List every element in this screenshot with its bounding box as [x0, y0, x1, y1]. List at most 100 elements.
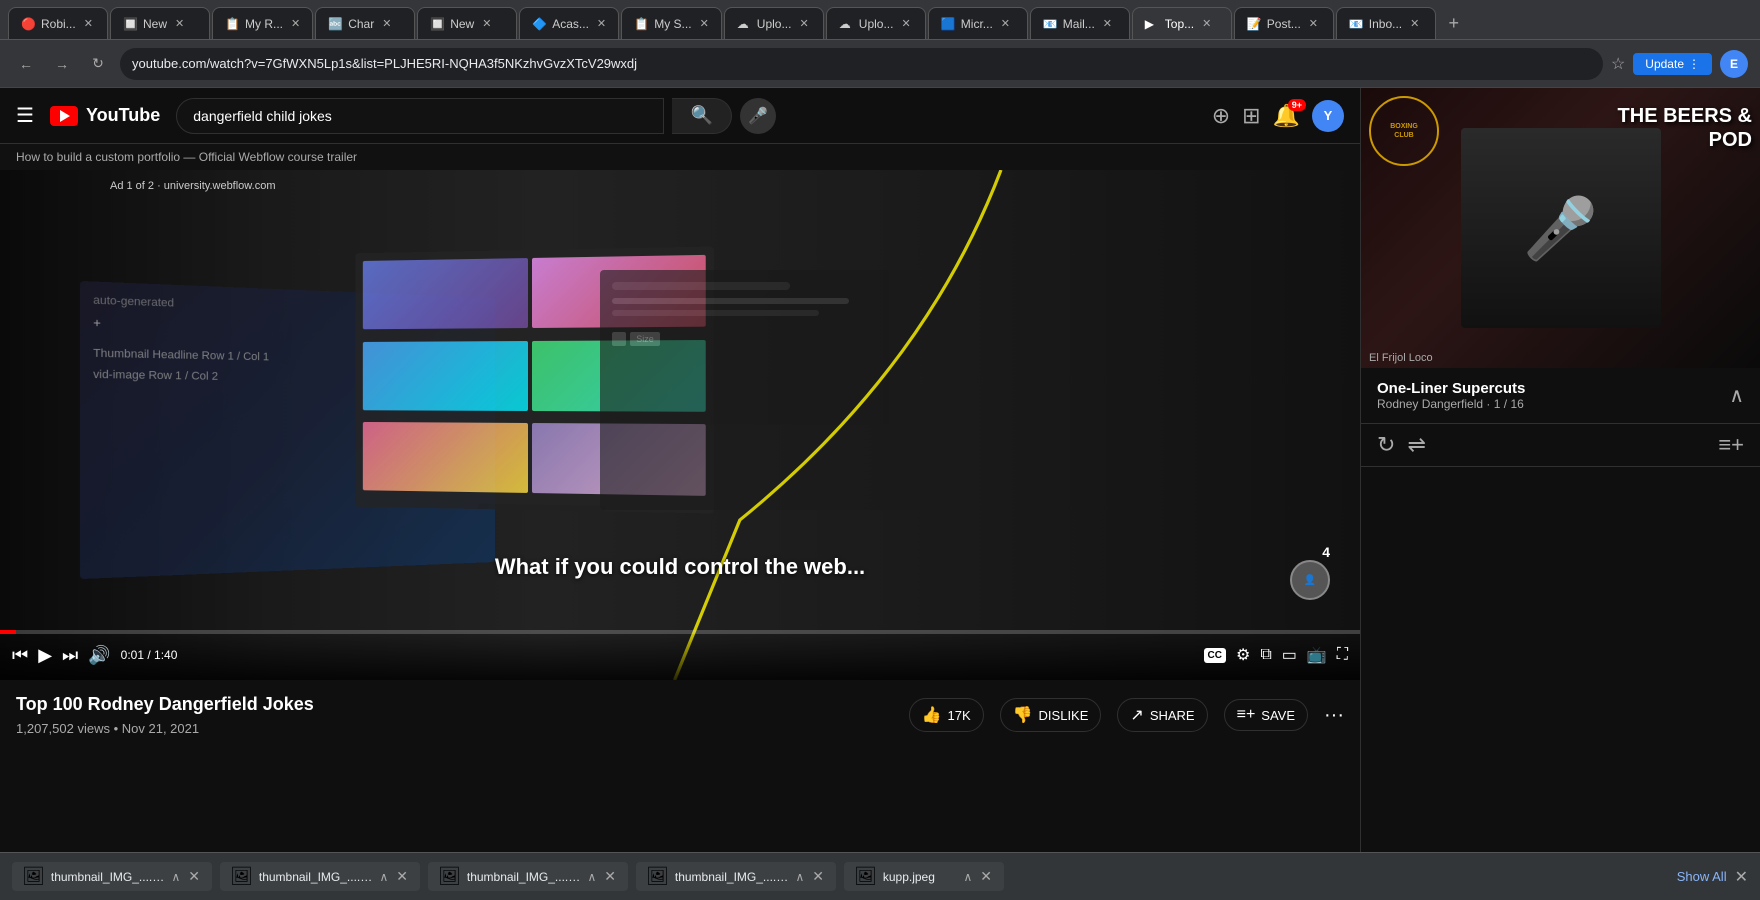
tab-close[interactable]: ✕ [291, 17, 300, 30]
tab-new1[interactable]: 🔲 New ✕ [110, 7, 210, 39]
download-close-button[interactable]: ✕ [602, 866, 618, 887]
previous-button[interactable]: ⏮ [12, 645, 28, 666]
tab-top-active[interactable]: ▶ Top... ✕ [1132, 7, 1232, 39]
tab-micr[interactable]: 🟦 Micr... ✕ [928, 7, 1028, 39]
secondary-channel-name: El Frijol Loco [1369, 352, 1433, 364]
share-label: SHARE [1150, 708, 1195, 723]
download-close-button[interactable]: ✕ [394, 866, 410, 887]
share-button[interactable]: ↗ SHARE [1117, 698, 1207, 732]
youtube-logo[interactable]: YouTube [50, 105, 160, 126]
download-close-button[interactable]: ✕ [810, 866, 826, 887]
tab-close[interactable]: ✕ [700, 17, 709, 30]
download-chevron-icon[interactable]: ∧ [963, 870, 972, 884]
tab-close[interactable]: ✕ [1001, 17, 1010, 30]
voice-search-button[interactable]: 🎤 [740, 98, 776, 134]
cast-button[interactable]: 📺 [1307, 645, 1327, 665]
tab-label: Inbo... [1369, 17, 1402, 31]
settings-button[interactable]: ⚙ [1236, 645, 1250, 665]
tab-close[interactable]: ✕ [482, 17, 491, 30]
download-close-button[interactable]: ✕ [186, 866, 202, 887]
downloads-bar-close-button[interactable]: ✕ [1735, 867, 1748, 887]
time-current: 0:01 [121, 648, 144, 662]
user-avatar[interactable]: Y [1312, 100, 1344, 132]
forward-button[interactable]: → [48, 50, 76, 78]
tab-close[interactable]: ✕ [1309, 17, 1318, 30]
youtube-play-icon [60, 110, 70, 122]
url-bar[interactable]: youtube.com/watch?v=7GfWXN5Lp1s&list=PLJ… [120, 48, 1603, 80]
download-item-3[interactable]: 🖼 thumbnail_IMG_....jpeg ∧ ✕ [428, 862, 628, 891]
tab-close[interactable]: ✕ [175, 17, 184, 30]
tab-close[interactable]: ✕ [84, 17, 93, 30]
tab-favicon: 🔲 [430, 17, 444, 31]
tab-acas[interactable]: 🔷 Acas... ✕ [519, 7, 619, 39]
video-subtitle: What if you could control the web... [495, 554, 865, 580]
tab-label: Robi... [41, 17, 76, 31]
download-item-5[interactable]: 🖼 kupp.jpeg ∧ ✕ [844, 862, 1004, 891]
fullscreen-button[interactable]: ⛶ [1337, 646, 1348, 664]
new-tab-button[interactable]: + [1438, 7, 1470, 39]
tab-label: Top... [1165, 17, 1194, 31]
like-button[interactable]: 👍 17K [909, 698, 984, 732]
menu-icon[interactable]: ☰ [16, 103, 34, 128]
download-chevron-icon[interactable]: ∧ [795, 870, 804, 884]
tab-mail[interactable]: 📧 Mail... ✕ [1030, 7, 1130, 39]
download-chevron-icon[interactable]: ∧ [587, 870, 596, 884]
tab-close[interactable]: ✕ [1202, 17, 1211, 30]
tab-char[interactable]: 🔤 Char ✕ [315, 7, 415, 39]
more-options-button[interactable]: ··· [1324, 704, 1344, 727]
save-button[interactable]: ≡+ SAVE [1224, 699, 1308, 731]
tab-new2[interactable]: 🔲 New ✕ [417, 7, 517, 39]
download-filename: thumbnail_IMG_....png [259, 870, 374, 884]
tab-favicon: 🔷 [532, 17, 546, 31]
mute-button[interactable]: 🔊 [88, 645, 110, 666]
apps-button[interactable]: ⊞ [1242, 103, 1260, 129]
video-meta: 1,207,502 views • Nov 21, 2021 [16, 721, 909, 736]
notifications-button[interactable]: 🔔 9+ [1273, 103, 1300, 129]
play-button[interactable]: ▶ [38, 645, 52, 666]
progress-bar[interactable] [0, 630, 1360, 634]
download-item-4[interactable]: 🖼 thumbnail_IMG_....png ∧ ✕ [636, 862, 836, 891]
search-button[interactable]: 🔍 [672, 98, 732, 134]
tab-inbox[interactable]: 📧 Inbo... ✕ [1336, 7, 1436, 39]
download-close-button[interactable]: ✕ [978, 866, 994, 887]
playlist-loop-button[interactable]: ↻ [1377, 432, 1395, 458]
tab-close[interactable]: ✕ [597, 17, 606, 30]
secondary-channel-label: El Frijol Loco [1369, 352, 1433, 364]
download-item-2[interactable]: 🖼 thumbnail_IMG_....png ∧ ✕ [220, 862, 420, 891]
collapse-button[interactable]: ∧ [1729, 383, 1744, 408]
playlist-shuffle-button[interactable]: ⇌ [1407, 432, 1425, 458]
download-chevron-icon[interactable]: ∧ [379, 870, 388, 884]
tab-favicon: ☁ [839, 17, 853, 31]
boxing-logo: BOXINGCLUB [1369, 96, 1439, 166]
tab-post[interactable]: 📝 Post... ✕ [1234, 7, 1334, 39]
video-title: Top 100 Rodney Dangerfield Jokes [16, 694, 909, 715]
search-input[interactable] [176, 98, 664, 134]
next-button[interactable]: ⏭ [62, 645, 78, 666]
tab-close[interactable]: ✕ [382, 17, 391, 30]
tab-close[interactable]: ✕ [1103, 17, 1112, 30]
theater-button[interactable]: ▭ [1282, 645, 1297, 665]
show-all-downloads-button[interactable]: Show All [1677, 869, 1727, 884]
youtube-header: ☰ YouTube 🔍 🎤 ⊕ ⊞ 🔔 9 [0, 88, 1360, 144]
tab-close[interactable]: ✕ [799, 17, 808, 30]
tab-close[interactable]: ✕ [901, 17, 910, 30]
create-button[interactable]: ⊕ [1212, 103, 1230, 129]
tab-mys[interactable]: 📋 My S... ✕ [621, 7, 722, 39]
miniplayer-button[interactable]: ⧉ [1260, 646, 1271, 664]
cc-button[interactable]: CC [1204, 648, 1226, 663]
playlist-add-button[interactable]: ≡+ [1718, 432, 1744, 458]
bookmark-icon[interactable]: ☆ [1611, 54, 1625, 74]
profile-icon[interactable]: E [1720, 50, 1748, 78]
tab-close[interactable]: ✕ [1410, 17, 1419, 30]
tab-uplo2[interactable]: ☁ Uplo... ✕ [826, 7, 926, 39]
dislike-button[interactable]: 👎 DISLIKE [1000, 698, 1102, 732]
tab-robi[interactable]: 🔴 Robi... ✕ [8, 7, 108, 39]
tab-myr[interactable]: 📋 My R... ✕ [212, 7, 313, 39]
update-button[interactable]: Update ⋮ [1633, 53, 1712, 75]
video-container[interactable]: auto-generated + Thumbnail Headline Row … [0, 170, 1360, 680]
tab-uplo1[interactable]: ☁ Uplo... ✕ [724, 7, 824, 39]
reload-button[interactable]: ↻ [84, 50, 112, 78]
download-chevron-icon[interactable]: ∧ [171, 870, 180, 884]
download-item-1[interactable]: 🖼 thumbnail_IMG_....png ∧ ✕ [12, 862, 212, 891]
back-button[interactable]: ← [12, 50, 40, 78]
